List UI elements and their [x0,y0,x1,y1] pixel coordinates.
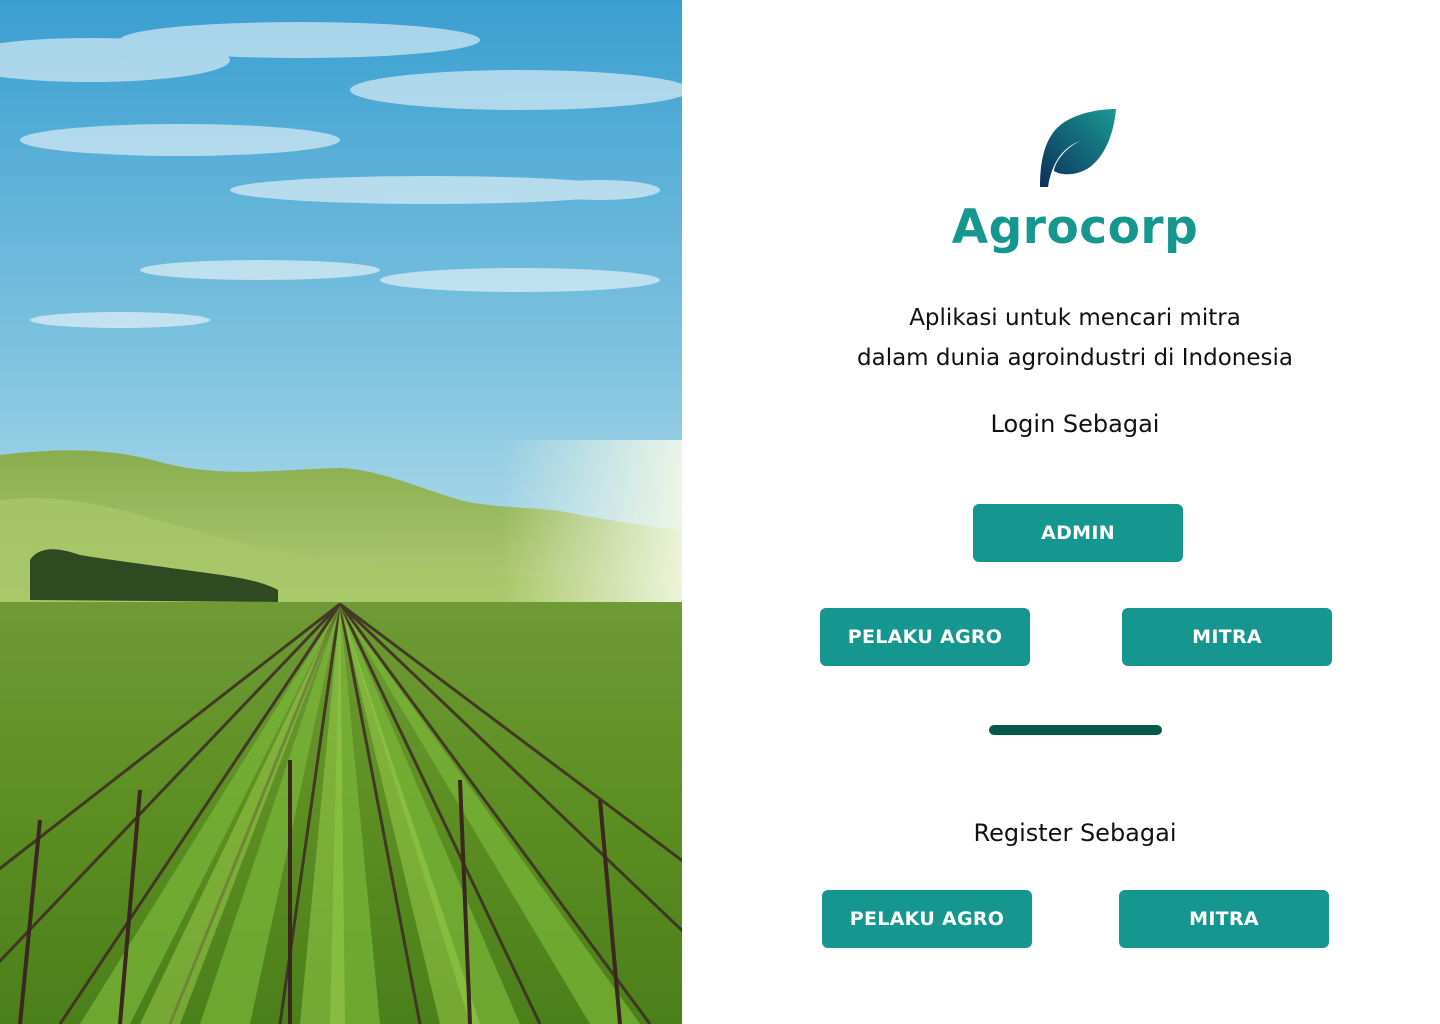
tagline-line-2: dalam dunia agroindustri di Indonesia [857,345,1293,371]
brand-name: Agrocorp [951,200,1199,255]
login-admin-button[interactable]: ADMIN [973,504,1183,562]
register-pelaku-agro-button[interactable]: PELAKU AGRO [822,890,1032,948]
login-pelaku-agro-button[interactable]: PELAKU AGRO [820,608,1030,666]
login-label: Login Sebagai [990,410,1160,438]
hero-image [0,0,682,1024]
register-label: Register Sebagai [973,819,1177,847]
tagline-line-1: Aplikasi untuk mencari mitra [909,305,1241,331]
section-divider [989,725,1162,735]
leaf-icon [1040,109,1116,187]
login-mitra-button[interactable]: MITRA [1122,608,1332,666]
login-panel: Agrocorp Aplikasi untuk mencari mitra da… [682,0,1440,1024]
register-mitra-button[interactable]: MITRA [1119,890,1329,948]
vineyard-landscape-photo [0,0,682,1024]
